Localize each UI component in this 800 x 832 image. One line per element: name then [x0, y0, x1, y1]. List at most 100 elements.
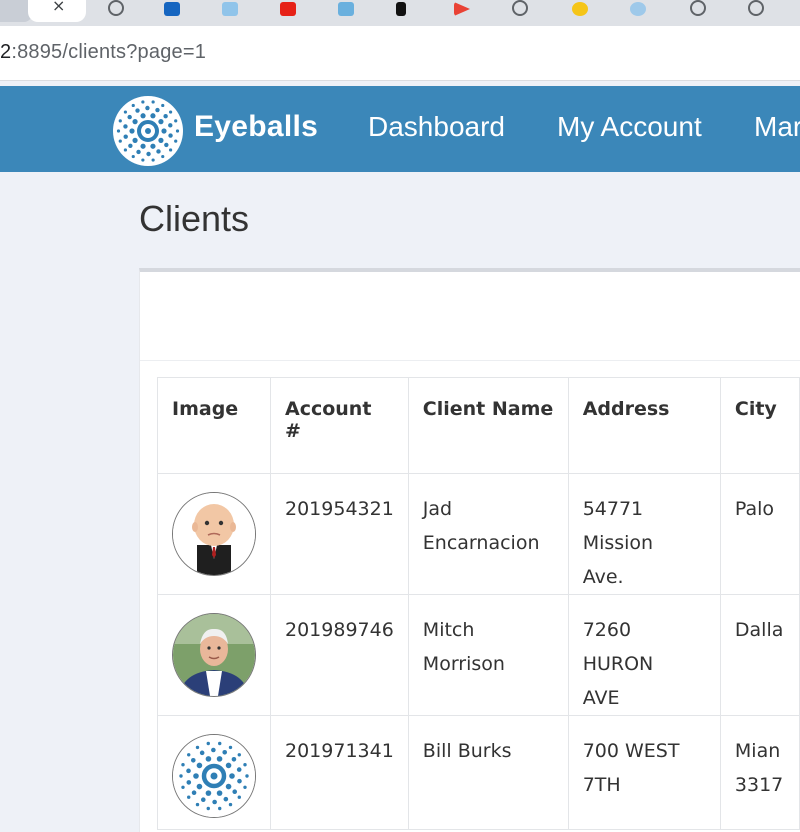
client-name-cell[interactable]: Jad Encarnacion	[407, 473, 569, 595]
man-avatar-icon	[173, 614, 255, 696]
address-line: AVE	[582, 687, 620, 709]
tab-favicon-icon	[280, 2, 296, 16]
address-cell: 54771 Mission Ave.	[567, 473, 721, 595]
logo-dot	[205, 790, 212, 796]
nav-manage-link[interactable]: Mar	[754, 111, 800, 143]
browser-tab-active[interactable]: ×	[28, 0, 86, 22]
logo-dot	[225, 762, 232, 769]
tab-favicon-icon	[396, 2, 406, 16]
tab-favicon-icon	[164, 2, 180, 16]
logo-dot	[128, 143, 133, 148]
logo-dot	[190, 757, 196, 763]
logo-dot	[223, 796, 229, 802]
logo-dot	[216, 790, 223, 796]
column-header-city[interactable]: City	[719, 377, 800, 474]
logo-dot	[211, 747, 216, 753]
logo-dot	[237, 778, 242, 784]
logo-dot	[196, 762, 203, 769]
table-row[interactable]: 201971341 Bill Burks 700 WEST 7TH Mian 33…	[157, 715, 800, 830]
table-row[interactable]: 201954321 Jad Encarnacion 54771 Mission Av…	[157, 473, 800, 595]
logo-dot	[118, 119, 122, 123]
client-name-line: Bill Burks	[422, 740, 512, 762]
nav-dashboard-link[interactable]: Dashboard	[368, 111, 505, 143]
logo-dot	[195, 802, 200, 807]
logo-dot	[145, 105, 150, 111]
logo-dot	[206, 806, 210, 811]
logo-dot	[131, 103, 135, 108]
logo-dot	[123, 148, 127, 152]
tab-favicon-icon	[222, 2, 238, 16]
column-header-client-name[interactable]: Client Name	[407, 377, 569, 474]
city-line: Mian	[734, 740, 781, 762]
browser-tab[interactable]	[92, 0, 144, 22]
logo-dot	[237, 795, 241, 799]
browser-tab[interactable]	[380, 0, 432, 22]
logo-dot	[205, 756, 212, 762]
browser-tab[interactable]	[322, 0, 374, 22]
browser-tab[interactable]	[674, 0, 726, 22]
logo-dot	[146, 151, 151, 157]
browser-tab[interactable]	[556, 0, 608, 22]
url-host: 2	[0, 41, 12, 63]
account-number-cell: 201989746	[270, 594, 409, 716]
logo-dot	[129, 128, 135, 134]
logo-dot	[218, 741, 222, 746]
baby-avatar-icon	[173, 493, 255, 575]
logo-dot	[193, 773, 199, 779]
logo-dot	[191, 790, 197, 795]
browser-tab[interactable]	[614, 0, 666, 22]
logo-dot	[187, 795, 191, 799]
address-line: Ave.	[582, 566, 624, 588]
url-text[interactable]: 2:8895/clients?page=1	[0, 41, 206, 64]
logo-dot	[186, 780, 192, 785]
logo-dot	[243, 785, 247, 789]
eyeballs-logo-icon[interactable]	[113, 96, 183, 166]
browser-tab[interactable]	[264, 0, 316, 22]
address-bar[interactable]: 2:8895/clients?page=1	[0, 26, 800, 81]
client-name-cell[interactable]: Mitch Morrison	[407, 594, 569, 716]
logo-dot	[228, 745, 233, 750]
logo-dot	[199, 750, 205, 756]
table-row[interactable]: 201989746 Mitch Morrison 7260 HURON AVE Da…	[157, 594, 800, 716]
logo-dot	[158, 137, 164, 143]
logo-dot	[216, 756, 223, 762]
browser-tab[interactable]	[732, 0, 784, 22]
tab-favicon-icon	[338, 2, 354, 16]
address-line: 7260 HURON	[582, 619, 654, 675]
column-header-address[interactable]: Address	[567, 377, 721, 474]
client-name-cell[interactable]: Bill Burks	[407, 715, 569, 830]
logo-dot	[195, 745, 200, 750]
client-avatar[interactable]	[172, 734, 256, 818]
browser-tab[interactable]	[496, 0, 548, 22]
logo-dot	[140, 113, 146, 119]
tab-favicon-icon	[454, 2, 470, 16]
browser-tab[interactable]	[206, 0, 258, 22]
nav-my-account-link[interactable]: My Account	[557, 111, 702, 143]
client-avatar[interactable]	[172, 613, 256, 697]
logo-dot	[136, 149, 141, 155]
logo-dot	[168, 123, 173, 128]
logo-dot	[156, 149, 161, 154]
brand-name[interactable]: Eyeballs	[194, 110, 318, 144]
browser-tab[interactable]	[438, 0, 490, 22]
close-tab-icon[interactable]: ×	[52, 0, 65, 15]
logo-dot	[169, 148, 173, 152]
city-cell: Dalla	[719, 594, 800, 716]
city-line: Dalla	[734, 619, 784, 641]
logo-dot	[229, 773, 235, 779]
logo-dot	[123, 124, 128, 129]
logo-dot	[196, 783, 203, 790]
logo-dot	[155, 107, 160, 113]
logo-dot	[140, 143, 146, 149]
client-avatar[interactable]	[172, 492, 256, 576]
logo-dot	[206, 741, 210, 746]
city-line: Palo	[734, 498, 775, 520]
logo-dot	[131, 154, 135, 159]
logo-dot	[132, 137, 138, 143]
top-navbar: Eyeballs Dashboard My Account Mar	[0, 86, 800, 172]
column-header-account[interactable]: Account #	[270, 377, 409, 474]
clients-table: Image Account # Client Name Address City	[157, 377, 800, 830]
browser-tab[interactable]	[148, 0, 200, 22]
url-path: :8895/clients?page=1	[11, 41, 207, 63]
logo-dot	[212, 799, 217, 805]
